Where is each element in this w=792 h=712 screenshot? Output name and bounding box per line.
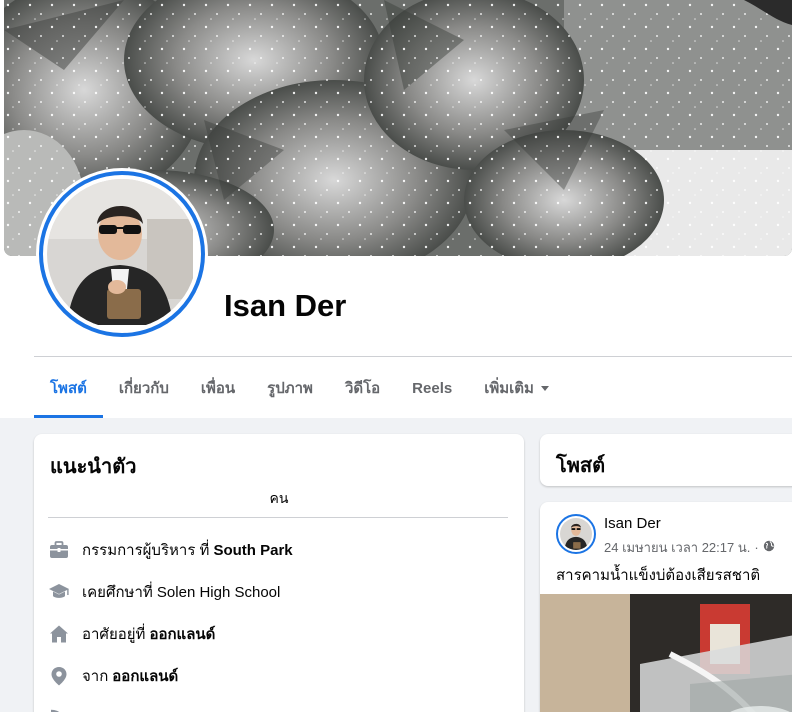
profile-name: Isan Der [224, 288, 347, 323]
post-author-name[interactable]: Isan Der [604, 515, 661, 532]
tab-friends[interactable]: เพื่อน [185, 358, 251, 418]
profile-tabs: โพสต์ เกี่ยวกับ เพื่อน รูปภาพ วิดีโอ Ree… [34, 358, 565, 418]
home-icon [48, 623, 70, 645]
tab-more-label: เพิ่มเติม [484, 380, 534, 397]
tab-more[interactable]: เพิ่มเติม [468, 358, 565, 418]
post-photo[interactable] [540, 594, 792, 712]
rss-icon [48, 707, 70, 712]
posts-title: โพสต์ [556, 455, 606, 477]
tab-reels[interactable]: Reels [396, 358, 468, 418]
intro-item-from-text: จาก ออกแลนด์ [82, 668, 179, 685]
globe-icon[interactable] [763, 540, 775, 555]
intro-item-work-text: กรรมการผู้บริหาร ที่ South Park [82, 542, 293, 559]
caret-down-icon [540, 385, 549, 391]
intro-lives-in-link[interactable]: ออกแลนด์ [149, 626, 215, 643]
avatar-image [47, 179, 197, 329]
briefcase-icon [48, 539, 70, 561]
intro-divider [48, 517, 508, 518]
profile-avatar[interactable] [36, 168, 208, 340]
intro-item-lives-in-text: อาศัยอยู่ที่ ออกแลนด์ [82, 626, 216, 643]
post-timestamp[interactable]: 24 เมษายน เวลา 22:17 น. [604, 537, 750, 558]
post-card: Isan Der 24 เมษายน เวลา 22:17 น. · สารคา… [540, 502, 792, 712]
intro-from-link[interactable]: ออกแลนด์ [112, 668, 178, 685]
intro-item-lives-in: อาศัยอยู่ที่ ออกแลนด์ [48, 619, 215, 649]
post-text: สารคามน้ำแข็งบ่ต้องเสียรสชาติ [556, 567, 761, 584]
intro-item-education: เคยศึกษาที่ Solen High School [48, 577, 280, 607]
tab-posts[interactable]: โพสต์ [34, 358, 103, 418]
meta-separator: · [754, 540, 759, 555]
intro-title: แนะนำตัว [50, 456, 137, 478]
intro-item-from: จาก ออกแลนด์ [48, 661, 178, 691]
intro-item-education-text: เคยศึกษาที่ Solen High School [82, 584, 281, 601]
graduation-cap-icon [48, 581, 70, 603]
tab-videos[interactable]: วิดีโอ [329, 358, 396, 418]
header-divider [34, 356, 792, 357]
post-author-avatar[interactable] [556, 514, 596, 554]
post-meta: 24 เมษายน เวลา 22:17 น. · [604, 537, 775, 558]
intro-work-place-link[interactable]: South Park [213, 542, 292, 559]
profile-header: Isan Der โพสต์ เกี่ยวกับ เพื่อน รูปภาพ ว… [0, 0, 792, 418]
location-pin-icon [48, 665, 70, 687]
intro-bio: คน [269, 490, 289, 506]
posts-header-card: โพสต์ [540, 434, 792, 486]
story-ring [39, 171, 205, 337]
tab-photos[interactable]: รูปภาพ [251, 358, 329, 418]
intro-card: แนะนำตัว คน กรรมการผู้บริหาร ที่ South Pa… [34, 434, 524, 712]
intro-item-more [48, 703, 82, 712]
tab-about[interactable]: เกี่ยวกับ [103, 358, 185, 418]
intro-item-work: กรรมการผู้บริหาร ที่ South Park [48, 535, 293, 565]
